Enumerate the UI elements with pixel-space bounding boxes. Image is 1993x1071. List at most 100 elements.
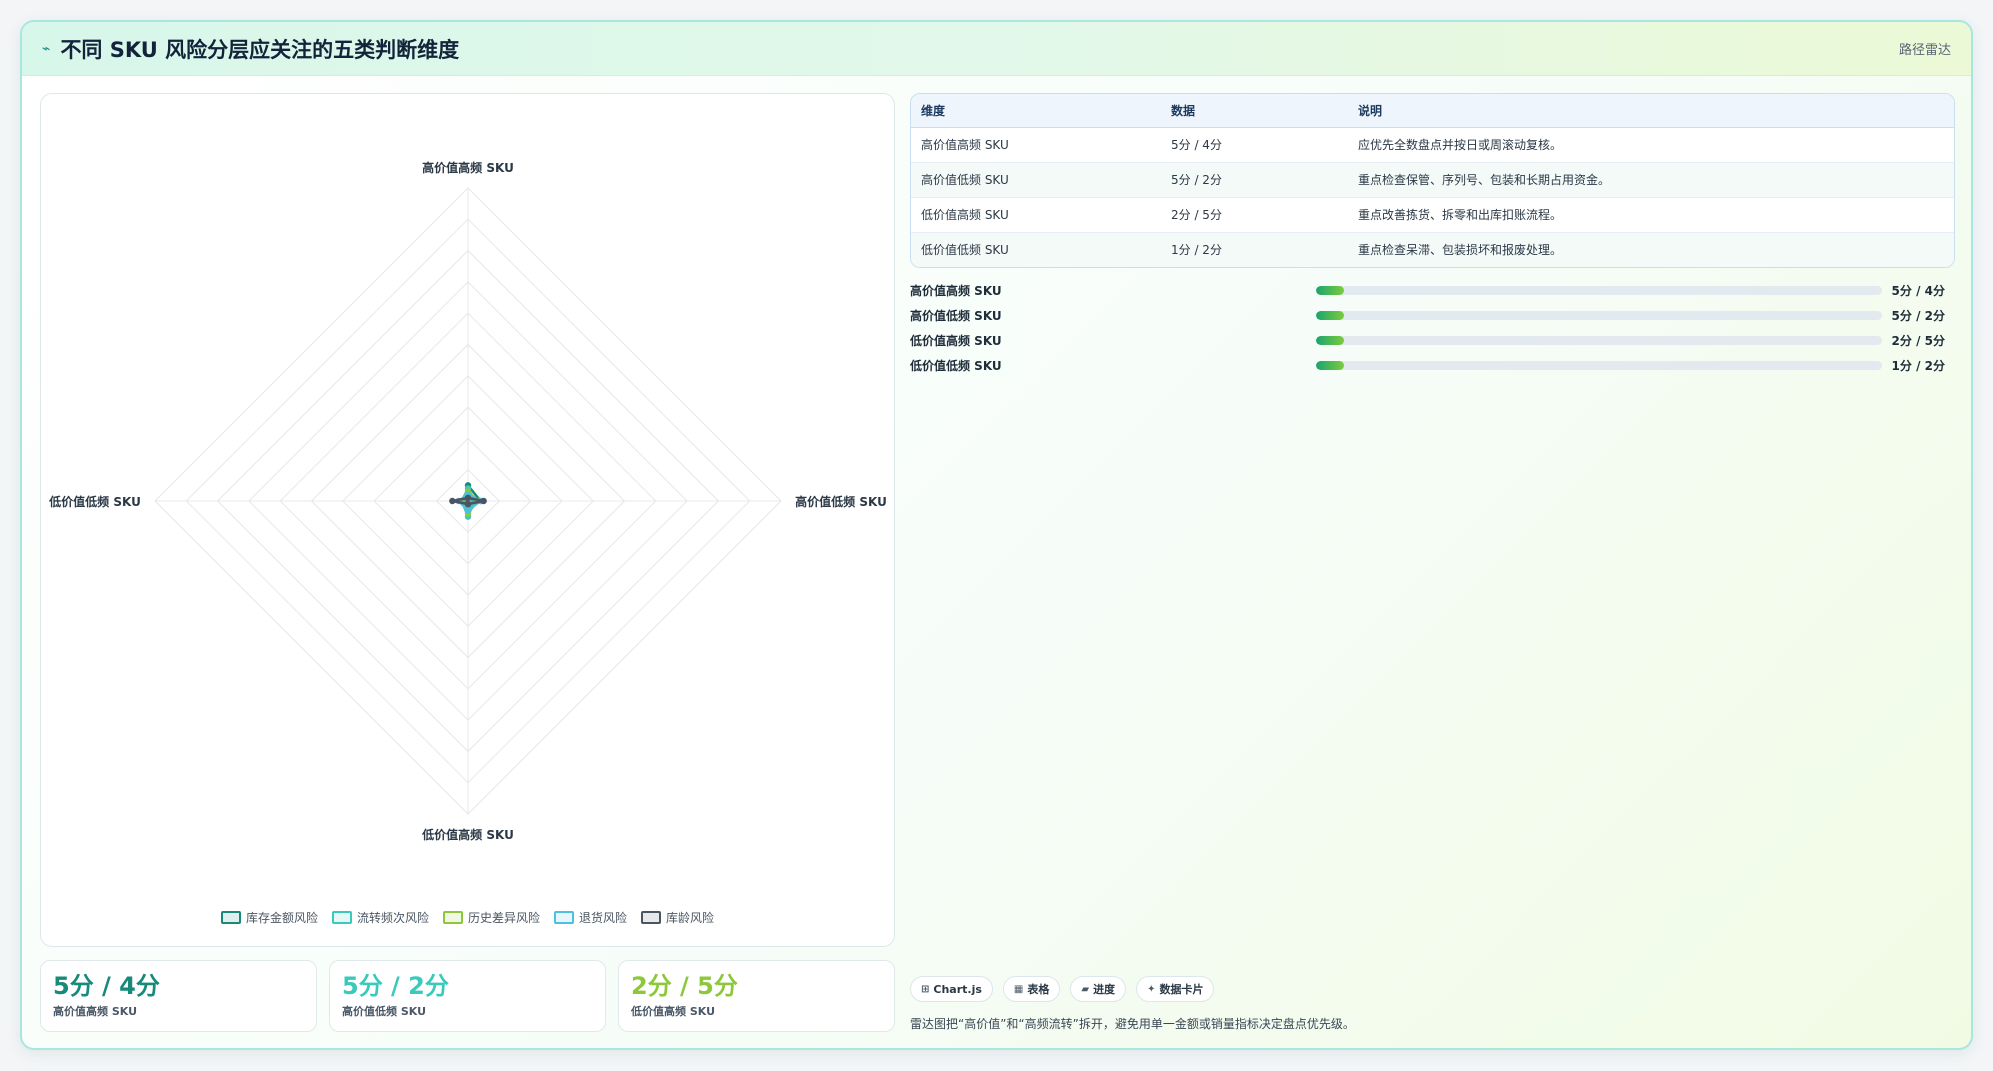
- radar-axis-label: 高价值低频 SKU: [795, 494, 887, 509]
- table-cell: 高价值高频 SKU: [911, 127, 1161, 163]
- sparkle-icon: ✦: [1147, 983, 1156, 995]
- progress-value: 5分 / 4分: [1891, 284, 1945, 298]
- table-cell: 重点检查保管、序列号、包装和长期占用资金。: [1348, 162, 1954, 198]
- feature-chips: ⊞ Chart.js ▦ 表格 ▰ 进度 ✦ 数据卡片: [910, 976, 1215, 1002]
- table-header-dimension: 维度: [911, 94, 1161, 128]
- table-cell: 1分 / 2分: [1161, 232, 1348, 267]
- table-row: 低价值低频 SKU 1分 / 2分 重点检查呆滞、包装损坏和报废处理。: [911, 232, 1954, 267]
- chart-legend: 库存金额风险 流转频次风险 历史差异风险 退货风险 库龄风险: [41, 909, 894, 926]
- progress-value: 2分 / 5分: [1891, 334, 1945, 348]
- chip-chart[interactable]: ⊞ Chart.js: [910, 976, 993, 1002]
- progress-track: [1316, 286, 1882, 295]
- stat-card: 5分 / 2分高价值低频 SKU: [329, 960, 606, 1032]
- title-wrap: ⌁ 不同 SKU 风险分层应关注的五类判断维度: [42, 34, 459, 64]
- table-row: 低价值高频 SKU 2分 / 5分 重点改善拣货、拆零和出库扣账流程。: [911, 197, 1954, 233]
- stat-label: 高价值高频 SKU: [53, 1005, 138, 1018]
- progress-value: 5分 / 2分: [1891, 309, 1945, 323]
- stat-label: 低价值高频 SKU: [631, 1005, 716, 1018]
- legend-swatch: [641, 911, 662, 924]
- legend-item[interactable]: 退货风险: [554, 909, 627, 926]
- chip-label: 进度: [1093, 983, 1116, 996]
- chart-icon: ⊞: [921, 983, 930, 995]
- progress-bars: 高价值高频 SKU 5分 / 4分高价值低频 SKU 5分 / 2分低价值高频 SK…: [910, 278, 1955, 378]
- table-body: 高价值高频 SKU 5分 / 4分 应优先全数盘点并按日或周滚动复核。 高价值低频 S…: [911, 127, 1954, 267]
- legend-swatch: [220, 911, 241, 924]
- stat-value: 2分 / 5分: [631, 972, 738, 1000]
- radar-point: [449, 497, 456, 505]
- legend-swatch: [554, 911, 574, 924]
- progress-fill: [1316, 361, 1345, 370]
- chip-table[interactable]: ▦ 表格: [1002, 976, 1061, 1002]
- table-header-data: 数据: [1161, 94, 1348, 128]
- progress-row: 高价值低频 SKU 5分 / 2分: [910, 303, 1955, 328]
- stat-value: 5分 / 4分: [53, 972, 160, 1000]
- table-cell: 低价值高频 SKU: [911, 197, 1161, 233]
- stat-value: 5分 / 2分: [342, 972, 449, 1000]
- progress-icon: ▰: [1081, 983, 1090, 995]
- table-cell: 高价值低频 SKU: [911, 162, 1161, 198]
- chip-sparkle[interactable]: ✦ 数据卡片: [1136, 976, 1215, 1002]
- legend-swatch: [331, 911, 352, 924]
- radar-point: [464, 507, 472, 514]
- stat-cards: 5分 / 4分 高价值高频 SKU 5分 / 2分 高价值低频 SKU 2分 / 5分低…: [40, 960, 895, 1032]
- table-cell: 重点改善拣货、拆零和出库扣账流程。: [1348, 197, 1954, 233]
- progress-label: 高价值低频 SKU: [910, 309, 1002, 323]
- legend-label: 历史差异风险: [467, 911, 540, 925]
- progress-label: 低价值高频 SKU: [910, 334, 1002, 348]
- table-cell: 5分 / 4分: [1161, 127, 1348, 163]
- progress-fill: [1316, 286, 1345, 295]
- table-row: 高价值低频 SKU 5分 / 2分 重点检查保管、序列号、包装和长期占用资金。: [911, 162, 1954, 198]
- legend-swatch: [442, 911, 463, 924]
- legend-label: 流转频次风险: [356, 911, 429, 925]
- chip-label: Chart.js: [933, 982, 982, 996]
- stat-card: 2分 / 5分低价值高频 SKU: [618, 960, 895, 1032]
- table-cell: 低价值低频 SKU: [911, 232, 1161, 267]
- legend-label: 库存金额风险: [245, 911, 318, 925]
- header: ⌁ 不同 SKU 风险分层应关注的五类判断维度 路径雷达: [22, 22, 1971, 76]
- table-cell: 重点检查呆滞、包装损坏和报废处理。: [1348, 232, 1954, 267]
- progress-fill: [1316, 311, 1345, 320]
- radar-axis-label: 低价值低频 SKU: [48, 494, 141, 509]
- table-header-description: 说明: [1348, 94, 1954, 128]
- radar-axis-label: 低价值高频 SKU: [421, 827, 514, 842]
- legend-item[interactable]: 历史差异风险: [442, 909, 540, 926]
- radar-point: [464, 494, 472, 502]
- table-cell: 2分 / 5分: [1161, 197, 1348, 233]
- chip-label: 表格: [1027, 983, 1050, 996]
- radar-point: [464, 500, 472, 508]
- progress-value: 1分 / 2分: [1891, 359, 1945, 373]
- progress-label: 低价值低频 SKU: [910, 359, 1002, 373]
- header-tag: 路径雷达: [1898, 43, 1951, 58]
- chart-line-icon: ⌁: [42, 40, 51, 57]
- main-card: ⌁ 不同 SKU 风险分层应关注的五类判断维度 路径雷达 高价值高频 SKU 高价…: [20, 20, 1973, 1050]
- stat-card: 5分 / 4分高价值高频 SKU: [40, 960, 317, 1032]
- progress-track: [1316, 336, 1882, 345]
- chip-label: 数据卡片: [1159, 983, 1204, 996]
- progress-fill: [1316, 336, 1345, 345]
- progress-track: [1316, 361, 1882, 370]
- progress-label: 高价值高频 SKU: [910, 284, 1002, 298]
- chart-note: 雷达图把“高价值”和“高频流转”拆开，避免用单一金额或销量指标决定盘点优先级。: [910, 1017, 1355, 1031]
- radar-point: [480, 497, 487, 505]
- legend-label: 库龄风险: [666, 911, 715, 925]
- progress-row: 高价值高频 SKU 5分 / 4分: [910, 278, 1955, 303]
- table-icon: ▦: [1013, 983, 1024, 995]
- radar-axis-label: 高价值高频 SKU: [422, 160, 514, 175]
- legend-item[interactable]: 流转频次风险: [331, 909, 429, 926]
- table-row: 高价值高频 SKU 5分 / 4分 应优先全数盘点并按日或周滚动复核。: [911, 127, 1954, 163]
- table-cell: 5分 / 2分: [1161, 162, 1348, 198]
- radar-chart-panel: 高价值高频 SKU 高价值低频 SKU 低价值高频 SKU 低价值低频 SKU 库存金…: [40, 93, 895, 947]
- chip-progress[interactable]: ▰ 进度: [1070, 976, 1127, 1002]
- progress-track: [1316, 311, 1882, 320]
- table-cell: 应优先全数盘点并按日或周滚动复核。: [1348, 127, 1954, 163]
- data-table: 维度 数据 说明 高价值高频 SKU 5分 / 4分 应优先全数盘点并按日或周滚动复…: [911, 94, 1954, 267]
- data-table-wrap: 维度 数据 说明 高价值高频 SKU 5分 / 4分 应优先全数盘点并按日或周滚动复…: [910, 93, 1955, 268]
- legend-item[interactable]: 库龄风险: [641, 909, 714, 926]
- progress-row: 低价值高频 SKU 2分 / 5分: [910, 328, 1955, 353]
- legend-item[interactable]: 库存金额风险: [220, 909, 318, 926]
- stat-label: 高价值低频 SKU: [342, 1005, 427, 1018]
- progress-row: 低价值低频 SKU 1分 / 2分: [910, 353, 1955, 378]
- page-title: 不同 SKU 风险分层应关注的五类判断维度: [60, 37, 460, 62]
- legend-label: 退货风险: [579, 911, 628, 925]
- radar-chart: 高价值高频 SKU 高价值低频 SKU 低价值高频 SKU 低价值低频 SKU: [48, 160, 887, 842]
